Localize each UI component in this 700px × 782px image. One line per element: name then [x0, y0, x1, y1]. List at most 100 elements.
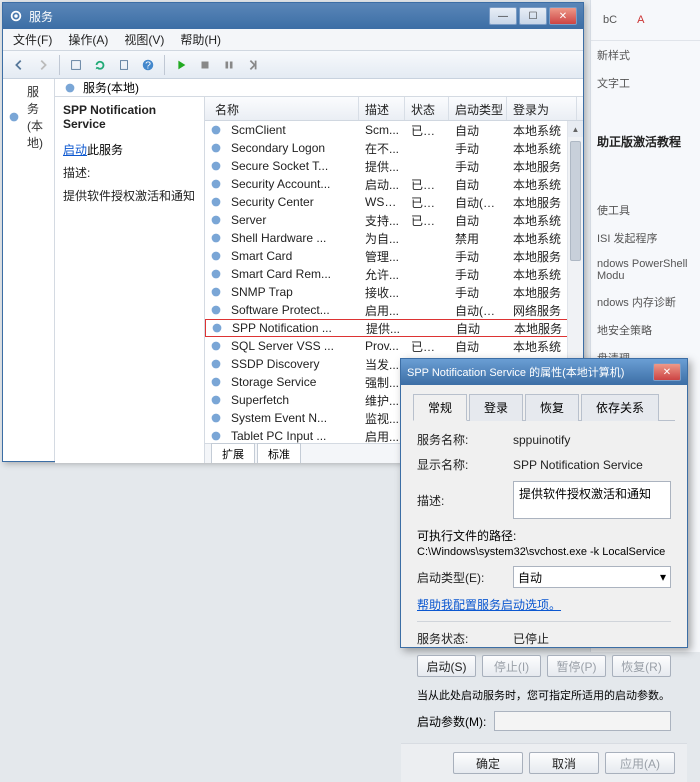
tab-extended[interactable]: 扩展 — [211, 443, 255, 463]
col-logon[interactable]: 登录为 — [507, 97, 577, 120]
gear-icon — [210, 321, 224, 335]
menu-view[interactable]: 视图(V) — [118, 29, 170, 50]
cell-desc: 启用... — [359, 428, 405, 444]
cell-desc: 管理... — [359, 248, 405, 265]
cell-name: Secondary Logon — [225, 141, 359, 155]
help-link[interactable]: 帮助我配置服务启动选项。 — [417, 596, 671, 613]
startup-type-label: 启动类型(E): — [417, 569, 513, 586]
tab-general[interactable]: 常规 — [413, 394, 467, 421]
export-button[interactable] — [114, 55, 134, 75]
titlebar[interactable]: 服务 — ☐ ✕ — [3, 3, 583, 29]
start-service-link[interactable]: 启动此服务 — [63, 141, 196, 158]
service-row[interactable]: Secure Socket T...提供...手动本地服务 — [205, 157, 583, 175]
gear-icon — [209, 213, 223, 227]
description-box[interactable]: 提供软件授权激活和通知 — [513, 481, 671, 519]
scroll-thumb[interactable] — [570, 141, 581, 261]
col-startup[interactable]: 启动类型 — [449, 97, 507, 120]
desc-label: 描述: — [63, 164, 196, 181]
forward-button[interactable] — [33, 55, 53, 75]
startup-type-select[interactable]: 自动▾ — [513, 566, 671, 588]
properties-dialog: SPP Notification Service 的属性(本地计算机) ✕ 常规… — [400, 358, 688, 648]
minimize-button[interactable]: — — [489, 7, 517, 25]
gear-icon — [209, 357, 223, 371]
tree-node-label: 服务(本地) — [27, 83, 50, 151]
service-row[interactable]: Server支持...已启动自动本地系统 — [205, 211, 583, 229]
svg-text:?: ? — [145, 59, 151, 71]
dialog-close-button[interactable]: ✕ — [653, 363, 681, 381]
desc-text: 提供软件授权激活和通知 — [63, 187, 196, 204]
pause-service-button[interactable] — [219, 55, 239, 75]
cell-startup: 自动 — [449, 122, 507, 139]
hint-text: 当从此处启动服务时，您可指定所适用的启动参数。 — [417, 687, 671, 703]
restart-service-button[interactable] — [243, 55, 263, 75]
service-row[interactable]: Software Protect...启用...自动(延迟...网络服务 — [205, 301, 583, 319]
cell-desc: 接收... — [359, 284, 405, 301]
service-row[interactable]: SNMP Trap接收...手动本地服务 — [205, 283, 583, 301]
start-params-label: 启动参数(M): — [417, 713, 486, 730]
back-button[interactable] — [9, 55, 29, 75]
refresh-button[interactable] — [90, 55, 110, 75]
cell-name: SPP Notification ... — [226, 321, 360, 335]
tab-dependencies[interactable]: 依存关系 — [581, 394, 659, 421]
help-button[interactable]: ? — [138, 55, 158, 75]
gear-icon — [209, 339, 223, 353]
ribbon-label: 文字工 — [591, 69, 700, 97]
cell-name: System Event N... — [225, 411, 359, 425]
scroll-up-button[interactable]: ▲ — [568, 121, 583, 137]
cell-startup: 手动 — [449, 158, 507, 175]
cell-startup: 手动 — [449, 248, 507, 265]
chevron-down-icon: ▾ — [660, 570, 666, 584]
service-row[interactable]: Security Account...启动...已启动自动本地系统 — [205, 175, 583, 193]
gear-icon — [63, 81, 77, 95]
ok-button[interactable]: 确定 — [453, 752, 523, 774]
cell-status: 已启动 — [405, 212, 449, 229]
dialog-titlebar[interactable]: SPP Notification Service 的属性(本地计算机) ✕ — [401, 359, 687, 385]
cell-desc: Prov... — [359, 339, 405, 353]
start-service-button[interactable] — [171, 55, 191, 75]
cell-startup: 自动 — [449, 212, 507, 229]
maximize-button[interactable]: ☐ — [519, 7, 547, 25]
tree-node-services[interactable]: 服务(本地) — [7, 83, 50, 151]
service-row[interactable]: Shell Hardware ...为自...禁用本地系统 — [205, 229, 583, 247]
cell-name: ScmClient — [225, 123, 359, 137]
start-button[interactable]: 启动(S) — [417, 655, 476, 677]
gear-icon — [209, 375, 223, 389]
cancel-button[interactable]: 取消 — [529, 752, 599, 774]
menu-action[interactable]: 操作(A) — [62, 29, 114, 50]
service-row[interactable]: ScmClientScm...已启动自动本地系统 — [205, 121, 583, 139]
display-name-value: SPP Notification Service — [513, 458, 671, 472]
service-row[interactable]: SQL Server VSS ...Prov...已启动自动本地系统 — [205, 337, 583, 355]
exe-path-value: C:\Windows\system32\svchost.exe -k Local… — [417, 546, 671, 558]
start-params-input[interactable] — [494, 711, 671, 731]
service-row[interactable]: Smart Card Rem...允许...手动本地系统 — [205, 265, 583, 283]
gear-icon — [209, 141, 223, 155]
side-label: 使工具 — [591, 196, 700, 224]
cell-startup: 手动 — [449, 140, 507, 157]
tab-recovery[interactable]: 恢复 — [525, 394, 579, 421]
cell-name: SQL Server VSS ... — [225, 339, 359, 353]
tab-standard[interactable]: 标准 — [257, 443, 301, 463]
cell-name: SNMP Trap — [225, 285, 359, 299]
detail-pane: SPP Notification Service 启动此服务 描述: 提供软件授… — [55, 97, 205, 463]
col-status[interactable]: 状态 — [405, 97, 449, 120]
cell-name: Tablet PC Input ... — [225, 429, 359, 443]
cell-desc: 提供... — [359, 158, 405, 175]
ribbon-item-a: A — [631, 8, 650, 32]
service-row[interactable]: SPP Notification ...提供...自动本地服务 — [205, 319, 583, 337]
menu-file[interactable]: 文件(F) — [7, 29, 58, 50]
cell-desc: 启动... — [359, 176, 405, 193]
gear-icon — [209, 231, 223, 245]
stop-service-button[interactable] — [195, 55, 215, 75]
service-row[interactable]: Security CenterWSC...已启动自动(延迟...本地服务 — [205, 193, 583, 211]
cell-startup: 手动 — [449, 284, 507, 301]
service-row[interactable]: Secondary Logon在不...手动本地系统 — [205, 139, 583, 157]
service-row[interactable]: Smart Card管理...手动本地服务 — [205, 247, 583, 265]
tab-logon[interactable]: 登录 — [469, 394, 523, 421]
cell-status: 已启动 — [405, 194, 449, 211]
col-desc[interactable]: 描述 — [359, 97, 405, 120]
close-button[interactable]: ✕ — [549, 7, 577, 25]
properties-button[interactable] — [66, 55, 86, 75]
side-list-item: ndows 内存诊断 — [591, 288, 700, 316]
col-name[interactable]: 名称 — [209, 97, 359, 120]
menu-help[interactable]: 帮助(H) — [174, 29, 227, 50]
